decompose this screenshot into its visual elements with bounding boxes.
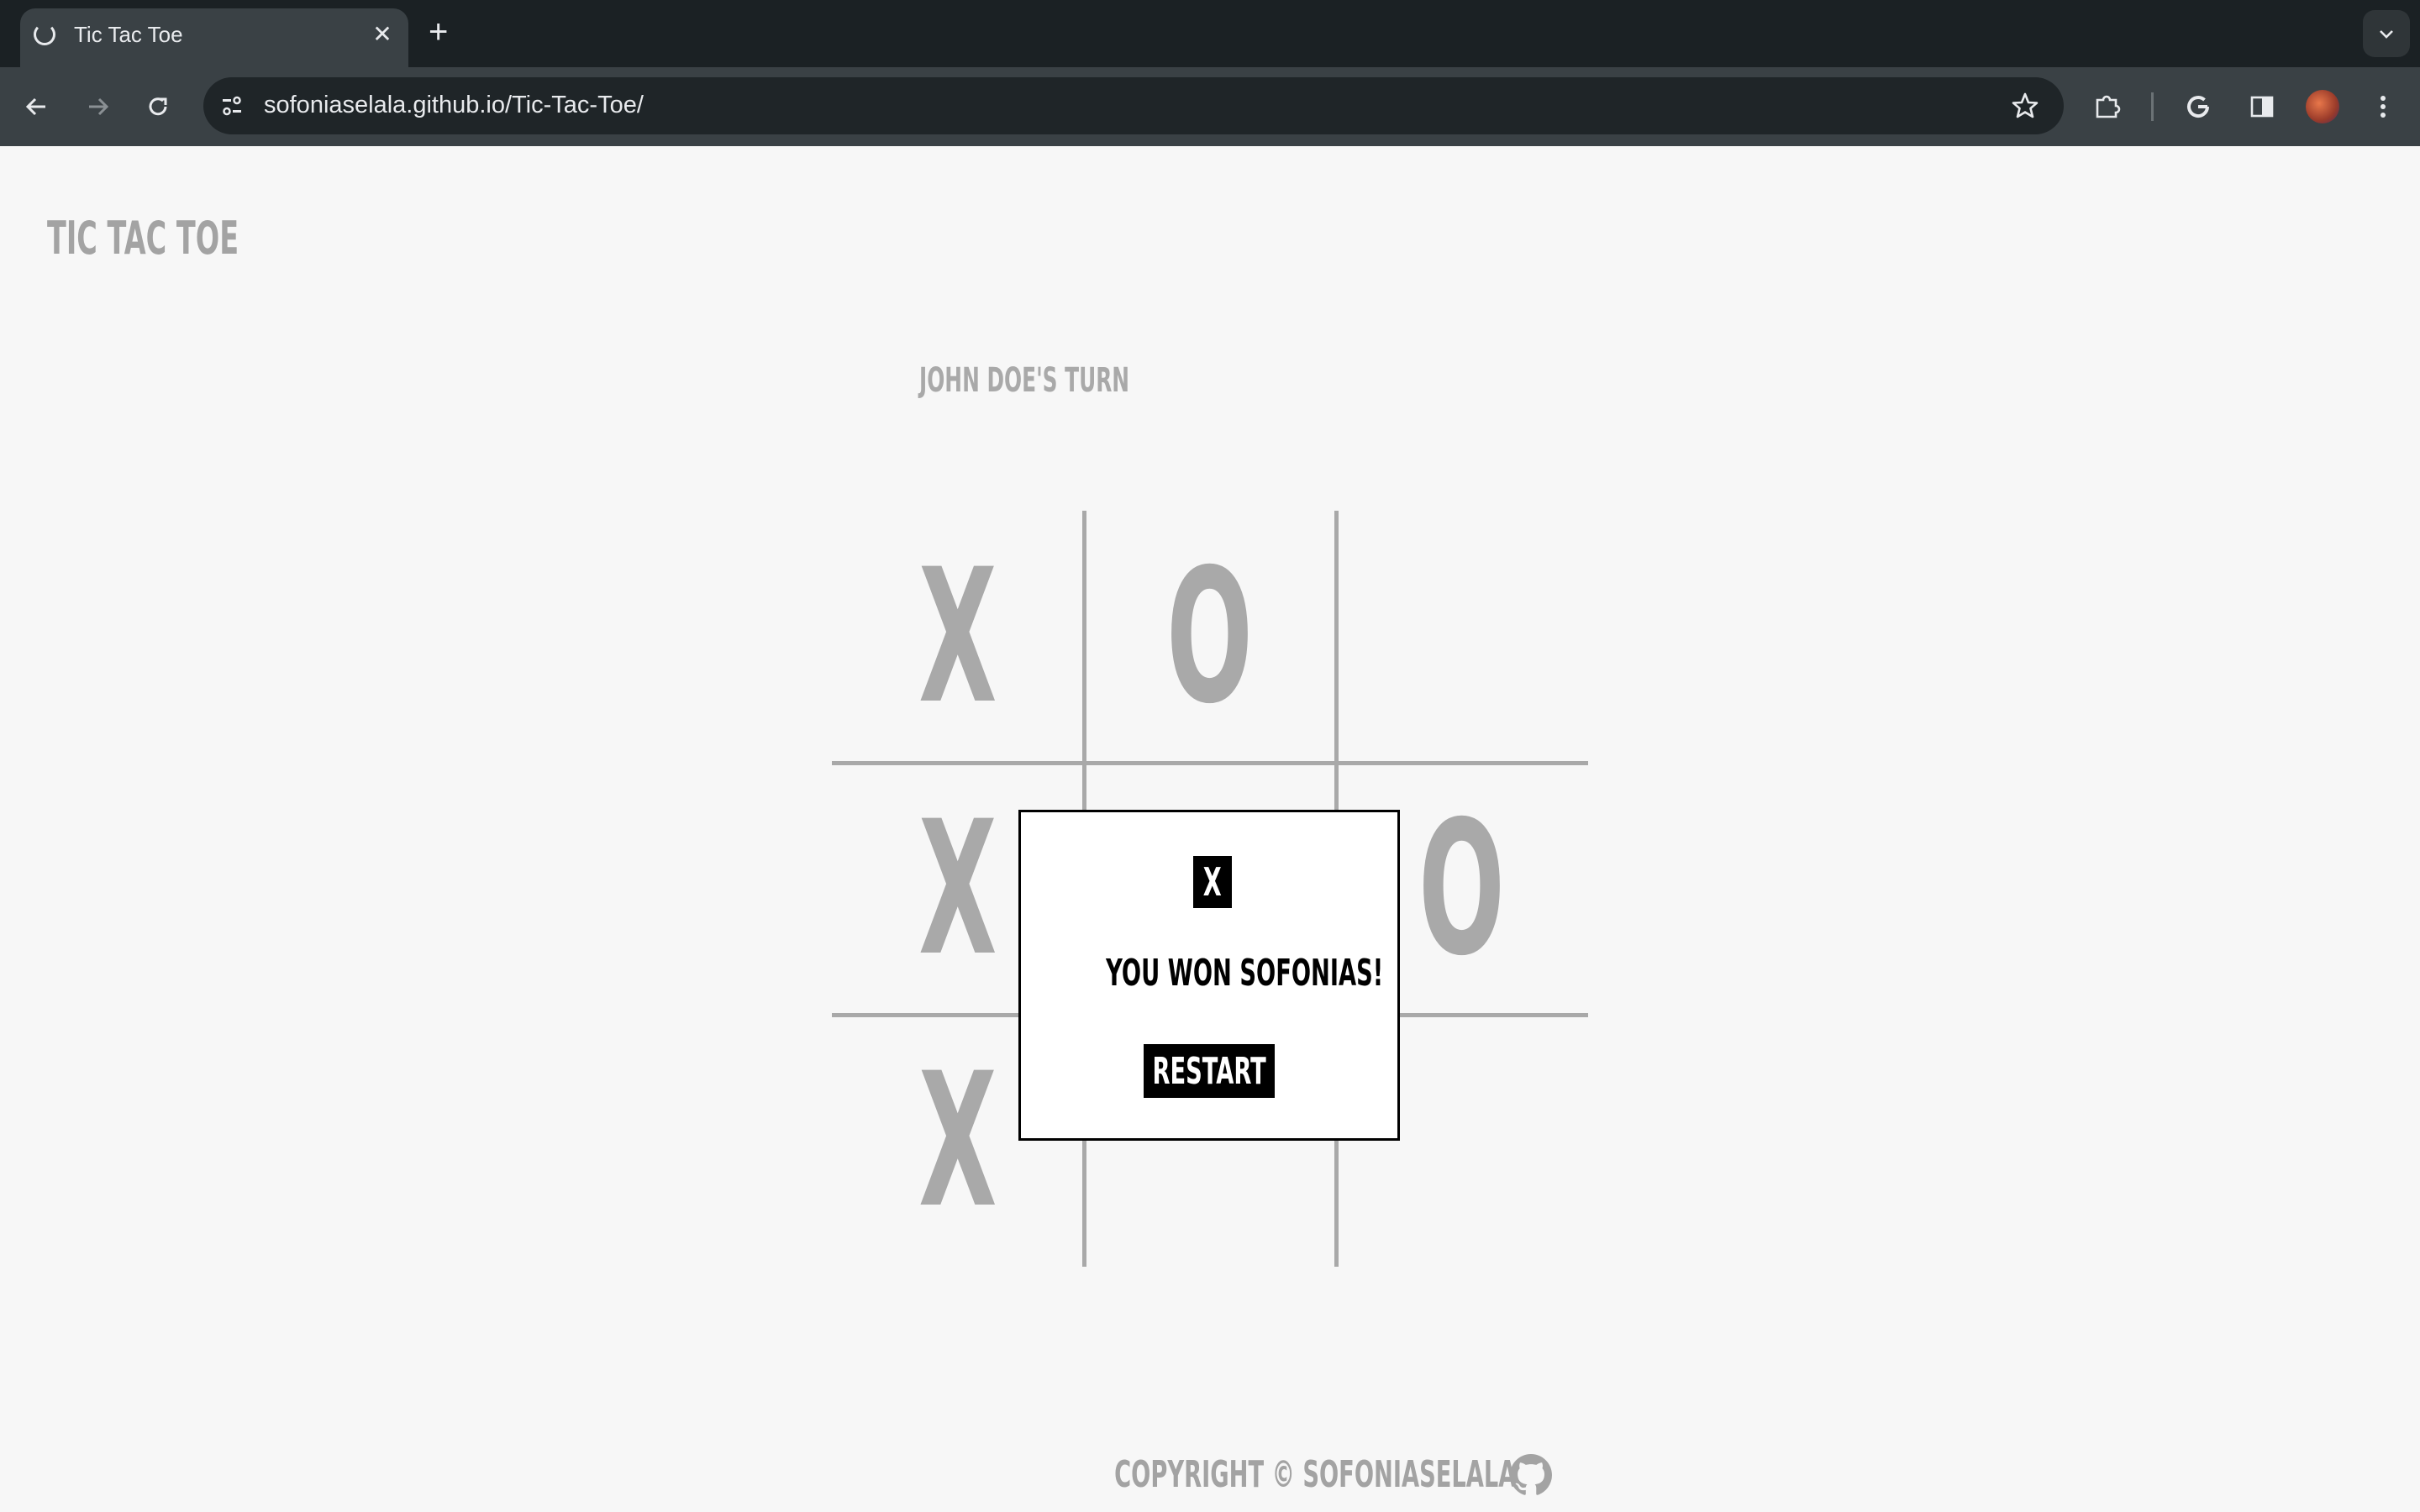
board-cell-3[interactable] [1336, 511, 1588, 763]
google-g-icon[interactable] [2181, 90, 2215, 123]
close-dialog-button[interactable]: X [1193, 856, 1232, 908]
tab-title: Tic Tac Toe [74, 22, 183, 47]
kebab-menu-icon[interactable] [2366, 90, 2400, 123]
reload-icon[interactable] [141, 90, 175, 123]
restart-button[interactable]: RESTART [1144, 1044, 1275, 1098]
chevron-down-icon [2380, 30, 2393, 39]
copyright-text: COPYRIGHT © SOFONIASELALA [1114, 1453, 1517, 1496]
forward-arrow-icon[interactable] [81, 90, 114, 123]
page-title: TIC TAC TOE [47, 212, 239, 265]
address-bar[interactable]: sofoniaselala.github.io/Tic-Tac-Toe/ [203, 77, 2064, 134]
page-content: TIC TAC TOE JOHN DOE'S TURN X O X O X X … [0, 146, 2420, 1512]
win-dialog: X YOU WON SOFONIAS! RESTART [1018, 810, 1400, 1141]
browser-tab-strip: Tic Tac Toe ✕ + [0, 0, 2420, 67]
new-tab-button[interactable]: + [429, 15, 448, 49]
turn-indicator: JOHN DOE'S TURN [919, 361, 1130, 400]
browser-tab[interactable]: Tic Tac Toe ✕ [20, 8, 408, 67]
tab-close-icon[interactable]: ✕ [368, 20, 397, 49]
tab-search-button[interactable] [2363, 10, 2410, 57]
board-cell-2[interactable]: O [1084, 511, 1336, 763]
toolbar-divider [2151, 92, 2154, 121]
url-text[interactable]: sofoniaselala.github.io/Tic-Tac-Toe/ [264, 92, 644, 119]
board-cell-1[interactable]: X [832, 511, 1084, 763]
extensions-puzzle-icon[interactable] [2091, 90, 2124, 123]
browser-toolbar: sofoniaselala.github.io/Tic-Tac-Toe/ [0, 67, 2420, 146]
win-message: YOU WON SOFONIAS! [1106, 952, 1384, 995]
site-info-icon[interactable] [215, 89, 249, 123]
side-panel-icon[interactable] [2245, 90, 2279, 123]
bookmark-star-icon[interactable] [2010, 91, 2040, 121]
profile-avatar[interactable] [2306, 90, 2339, 123]
loading-spinner-icon [34, 24, 55, 45]
footer: COPYRIGHT © SOFONIASELALA [0, 1453, 2420, 1496]
back-arrow-icon[interactable] [20, 90, 54, 123]
